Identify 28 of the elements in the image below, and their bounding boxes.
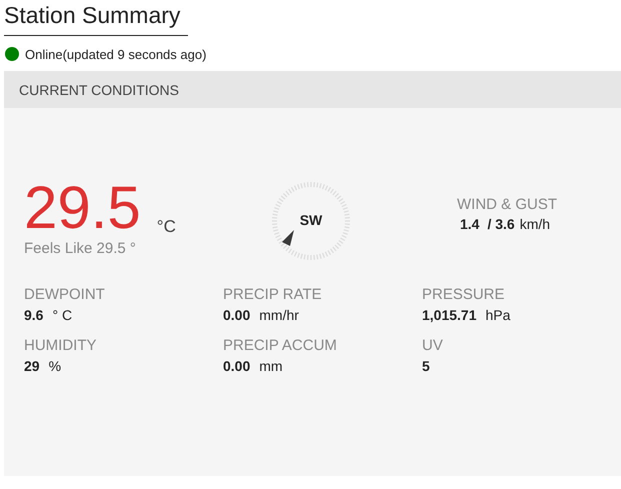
wind-direction: SW (298, 212, 324, 228)
stat-label: DEWPOINT (24, 286, 106, 303)
stat-value: 29 (24, 358, 40, 374)
stat-unit: mm/hr (259, 307, 299, 323)
temperature-unit: °C (156, 217, 176, 237)
stat-label: PRECIP ACCUM (223, 337, 338, 354)
stat-value: 9.6 (24, 307, 44, 323)
feels-like-text: Feels Like 29.5 ° (24, 240, 137, 257)
stat-label: UV (422, 337, 444, 354)
stat-label: PRECIP RATE (223, 286, 323, 303)
wind-label: WIND & GUST (457, 196, 557, 213)
wind-speed: 1.4 (460, 216, 480, 232)
wind-unit: km/h (520, 216, 550, 232)
page-title: Station Summary (4, 0, 188, 36)
gust-speed: / 3.6 (487, 216, 515, 232)
stat-label: HUMIDITY (24, 337, 98, 354)
stat-unit: ° C (52, 307, 72, 323)
stat-value: 0.00 (223, 358, 250, 374)
stat-unit: % (48, 358, 62, 374)
stat-label: PRESSURE (422, 286, 506, 303)
stat-value: 5 (422, 358, 430, 374)
status-text: Online(updated 9 seconds ago) (25, 46, 206, 62)
temperature-value: 29.5 (24, 178, 141, 238)
stat-unit: mm (259, 358, 283, 374)
stat-unit: hPa (486, 307, 510, 323)
panel-heading: CURRENT CONDITIONS (19, 82, 179, 98)
stat-value: 0.00 (223, 307, 250, 323)
stat-value: 1,015.71 (422, 307, 476, 323)
